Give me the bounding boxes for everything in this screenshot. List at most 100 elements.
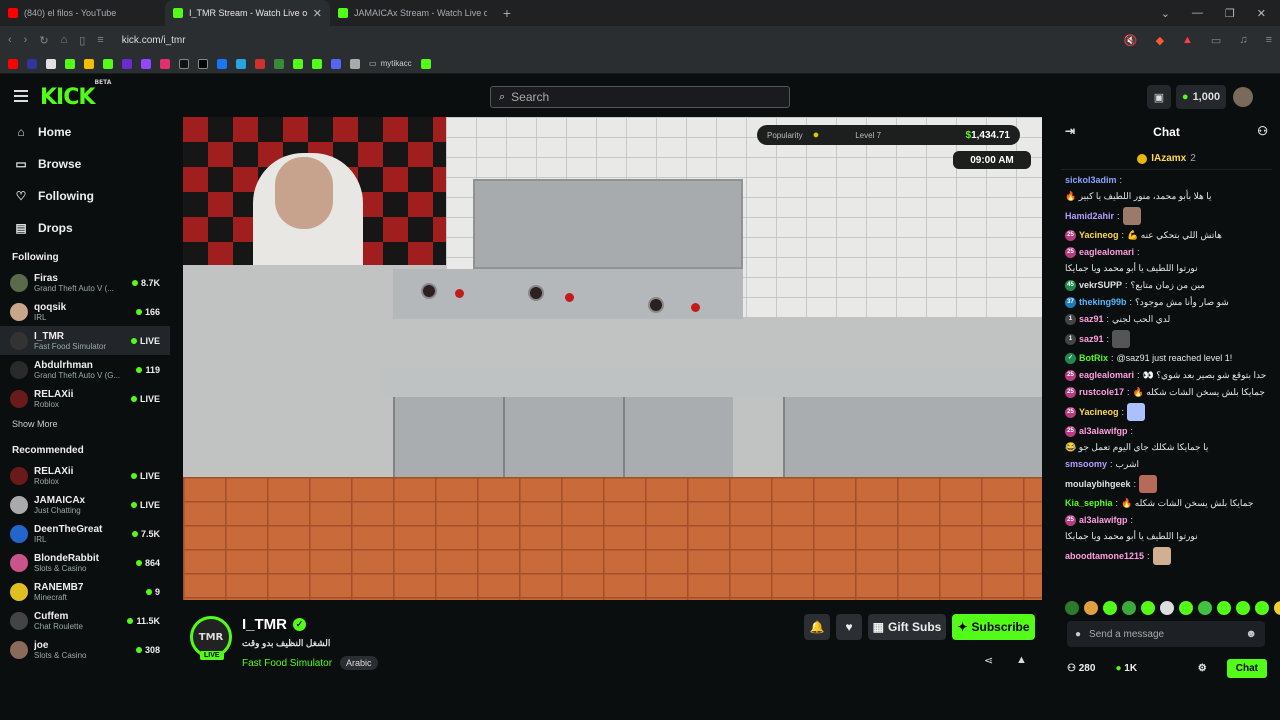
channel-item[interactable]: JAMAICAx Just Chatting LIVE: [0, 490, 170, 519]
settings-icon[interactable]: ⚙: [1198, 663, 1207, 674]
chat-username[interactable]: eaglealomari: [1079, 369, 1134, 382]
chat-input[interactable]: [1089, 628, 1238, 640]
emote-icon[interactable]: [1084, 601, 1098, 615]
hamburger-menu-icon[interactable]: [14, 90, 28, 102]
notify-button[interactable]: 🔔: [804, 614, 830, 640]
reload-icon[interactable]: ↻: [39, 34, 48, 47]
users-icon[interactable]: ⚇: [1257, 124, 1268, 138]
bookmark-icon[interactable]: [103, 58, 113, 69]
instagram-bookmark-icon[interactable]: [160, 58, 170, 69]
chat-username[interactable]: BotRix: [1079, 352, 1108, 365]
tab-youtube[interactable]: (840) el filos - YouTube: [0, 0, 165, 26]
bookmark-icon[interactable]: [255, 58, 265, 69]
tab-i-tmr[interactable]: I_TMR Stream - Watch Live o ✕: [165, 0, 330, 26]
bookmark-icon[interactable]: [293, 58, 303, 69]
emote-icon[interactable]: [1274, 601, 1280, 615]
share-icon[interactable]: ⋖: [984, 654, 993, 667]
channel-item[interactable]: DeenTheGreat IRL 7.5K: [0, 519, 170, 548]
search-input[interactable]: [511, 90, 772, 104]
nav-following[interactable]: ♡ Following: [0, 180, 170, 212]
menu-icon[interactable]: ≡: [1266, 34, 1272, 47]
emote-icon[interactable]: [1122, 601, 1136, 615]
chat-username[interactable]: al3alawifgp: [1079, 425, 1128, 438]
x-bookmark-icon[interactable]: [198, 58, 208, 69]
nav-drops[interactable]: ▤ Drops: [0, 212, 170, 244]
bookmark-icon[interactable]: [84, 58, 94, 69]
gift-subs-button[interactable]: ▦ Gift Subs: [868, 614, 946, 640]
language-tag[interactable]: Arabic: [340, 656, 378, 670]
search-box[interactable]: ⌕: [490, 86, 790, 108]
subscribe-button[interactable]: ✦ Subscribe: [952, 614, 1035, 640]
channel-item[interactable]: joe Slots & Casino 308: [0, 635, 170, 664]
chevron-down-icon[interactable]: ⌄: [1161, 7, 1170, 20]
close-window-icon[interactable]: ✕: [1257, 7, 1266, 20]
chart-bookmark-icon[interactable]: [420, 58, 431, 69]
channel-item[interactable]: I_TMR Fast Food Simulator LIVE: [0, 326, 170, 355]
chat-username[interactable]: rustcole17: [1079, 386, 1124, 399]
maximize-icon[interactable]: ❐: [1225, 7, 1235, 20]
nav-browse[interactable]: ▭ Browse: [0, 148, 170, 180]
chat-username[interactable]: smsoomy: [1065, 458, 1107, 471]
chat-username[interactable]: saz91: [1079, 313, 1104, 326]
sidebar-toggle-icon[interactable]: ▭: [1211, 34, 1221, 47]
globe-bookmark-icon[interactable]: [350, 58, 360, 69]
forward-icon[interactable]: ›: [24, 34, 28, 46]
bookmark-icon[interactable]: [122, 58, 132, 69]
show-more-link[interactable]: Show More: [0, 413, 170, 437]
emote-icon[interactable]: [1198, 601, 1212, 615]
pinned-gifter[interactable]: IAzamx 2: [1061, 148, 1272, 170]
telegram-bookmark-icon[interactable]: [236, 58, 246, 69]
dashboard-button[interactable]: ▣: [1147, 85, 1171, 109]
kick-bookmark-icon[interactable]: [65, 58, 75, 69]
nav-home[interactable]: ⌂ Home: [0, 116, 170, 148]
channel-item[interactable]: Firas Grand Theft Auto V (... 8.7K: [0, 268, 170, 297]
bookmark-icon[interactable]: [46, 58, 56, 69]
tiktok-bookmark-icon[interactable]: [179, 58, 189, 69]
channel-item[interactable]: qoqsik IRL 166: [0, 297, 170, 326]
emote-icon[interactable]: [1255, 601, 1269, 615]
back-icon[interactable]: ‹: [8, 34, 12, 46]
url-field[interactable]: kick.com/i_tmr: [122, 35, 186, 46]
follow-button[interactable]: ♥: [836, 614, 862, 640]
channel-item[interactable]: RELAXii Roblox LIVE: [0, 384, 170, 413]
chat-username[interactable]: al3alawifgp: [1079, 514, 1128, 527]
emote-icon[interactable]: [1141, 601, 1155, 615]
emote-icon[interactable]: [1103, 601, 1117, 615]
facebook-bookmark-icon[interactable]: [217, 58, 227, 69]
brave-shield-icon[interactable]: ◆: [1156, 34, 1164, 47]
bookmark-icon[interactable]: [274, 58, 284, 69]
user-avatar[interactable]: [1233, 87, 1253, 107]
bookmark-icon[interactable]: ▯: [79, 34, 85, 47]
media-icon[interactable]: ♫: [1239, 34, 1247, 47]
youtube-bookmark-icon[interactable]: [8, 58, 18, 69]
close-tab-icon[interactable]: ✕: [313, 7, 322, 20]
mute-icon[interactable]: 🔇: [1124, 34, 1138, 47]
video-player[interactable]: Popularity ● Level 7 $1,434.71 09:00 AM: [183, 117, 1042, 600]
send-chat-button[interactable]: Chat: [1226, 658, 1267, 678]
rewards-icon[interactable]: ▲: [1182, 34, 1193, 47]
emote-icon[interactable]: [1217, 601, 1231, 615]
tab-jamaicax[interactable]: JAMAICAx Stream - Watch Live o: [330, 0, 495, 26]
report-icon[interactable]: ▲: [1016, 654, 1027, 666]
streamer-name[interactable]: I_TMR ✓: [242, 616, 306, 633]
collapse-chat-icon[interactable]: ⇥: [1065, 124, 1075, 138]
minimize-icon[interactable]: —: [1192, 7, 1203, 20]
chat-username[interactable]: sickol3adim: [1065, 174, 1117, 187]
bookmark-folder[interactable]: ▭ mytikacc: [369, 59, 412, 68]
category-link[interactable]: Fast Food Simulator: [242, 658, 332, 669]
bookmark-icon[interactable]: [27, 58, 37, 69]
points-button[interactable]: ● 1,000: [1176, 85, 1226, 109]
chat-username[interactable]: Yacineog: [1079, 406, 1119, 419]
emote-icon[interactable]: [1160, 601, 1174, 615]
channel-item[interactable]: RANEMB7 Minecraft 9: [0, 577, 170, 606]
channel-item[interactable]: Cuffem Chat Roulette 11.5K: [0, 606, 170, 635]
chat-username[interactable]: eaglealomari: [1079, 246, 1134, 259]
chat-username[interactable]: Kia_sephia: [1065, 497, 1113, 510]
emote-icon[interactable]: [1179, 601, 1193, 615]
chat-username[interactable]: theking99b: [1079, 296, 1127, 309]
emote-icon[interactable]: [1236, 601, 1250, 615]
chat-mode-icon[interactable]: ●: [1075, 629, 1081, 640]
channel-item[interactable]: Abdulrhman Grand Theft Auto V (G... 119: [0, 355, 170, 384]
chat-username[interactable]: Yacineog: [1079, 229, 1119, 242]
chat-input-box[interactable]: ● ☻: [1067, 621, 1265, 647]
